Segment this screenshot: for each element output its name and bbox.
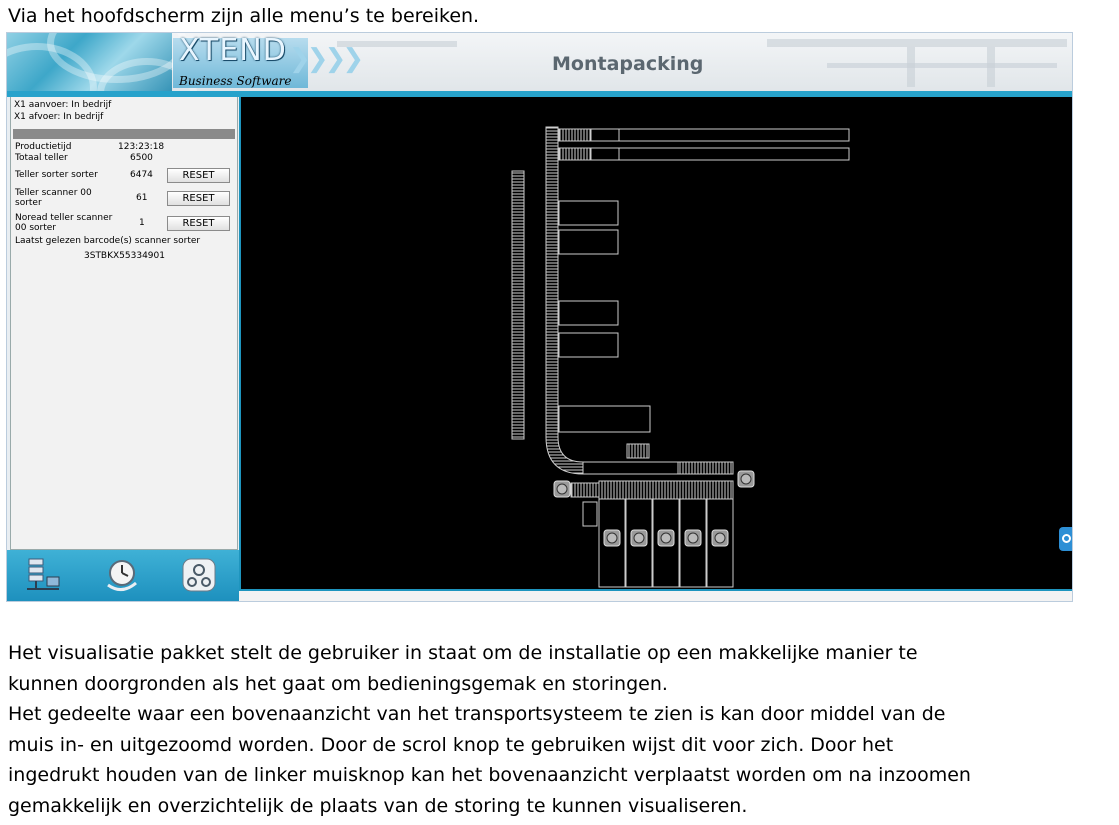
teller-sorter-label: Teller sorter sorter bbox=[15, 170, 98, 180]
status-panel: X1 aanvoer: In bedrijf X1 afvoer: In bed… bbox=[10, 97, 238, 550]
teller-scanner-label-2: sorter bbox=[15, 198, 42, 208]
xtend-logo: XTEND bbox=[179, 33, 287, 68]
conveyor-layout bbox=[511, 126, 850, 588]
panel-separator bbox=[13, 129, 235, 139]
teller-scanner-value: 61 bbox=[136, 193, 148, 203]
totaal-teller-value: 6500 bbox=[130, 153, 153, 163]
paragraph-line: ingedrukt houden van de linker muisknop … bbox=[8, 764, 971, 786]
sensor-right bbox=[737, 470, 755, 488]
productietijd-value: 123:23:18 bbox=[118, 142, 165, 152]
barcode-label: Laatst gelezen barcode(s) scanner sorter bbox=[15, 236, 201, 246]
chute-sensors bbox=[603, 529, 729, 547]
app-title: Montapacking bbox=[552, 53, 704, 75]
noread-value: 1 bbox=[139, 218, 145, 228]
paragraph-line: kunnen doorgronden als het gaat om bedie… bbox=[8, 672, 668, 695]
reset-scanner-button[interactable]: RESET bbox=[167, 191, 230, 206]
teller-scanner-label-1: Teller scanner 00 bbox=[15, 188, 92, 198]
paragraph-line: muis in- en uitgezoomd worden. Door de s… bbox=[8, 733, 894, 756]
noread-label-2: 00 sorter bbox=[15, 223, 56, 233]
server-network-icon[interactable] bbox=[23, 555, 63, 595]
clock-icon[interactable] bbox=[102, 555, 142, 595]
logo-arrows-icon: ❯❯❯❯ bbox=[289, 44, 364, 74]
transport-topview-canvas[interactable] bbox=[239, 97, 1072, 589]
status-afvoer: X1 afvoer: In bedrijf bbox=[14, 112, 104, 122]
paragraph-line: Het gedeelte waar een bovenaanzicht van … bbox=[8, 703, 946, 725]
teller-sorter-value: 6474 bbox=[130, 170, 153, 180]
reset-noread-button[interactable]: RESET bbox=[167, 216, 230, 231]
status-aanvoer: X1 aanvoer: In bedrijf bbox=[14, 100, 112, 110]
body-text: Het visualisatie pakket stelt de gebruik… bbox=[8, 638, 1108, 821]
noread-label-1: Noread teller scanner bbox=[15, 213, 113, 223]
header-banner-image bbox=[7, 33, 197, 97]
gauge-icon[interactable] bbox=[179, 555, 219, 595]
paragraph-line: Het visualisatie pakket stelt de gebruik… bbox=[8, 642, 918, 664]
sensor-left bbox=[553, 480, 571, 498]
app-header: XTEND ❯❯❯❯ Business Software Montapackin… bbox=[7, 33, 1072, 97]
canvas-footer bbox=[239, 589, 1072, 601]
logo-subtitle: Business Software bbox=[179, 74, 292, 88]
reset-sorter-button[interactable]: RESET bbox=[167, 168, 230, 183]
productietijd-label: Productietijd bbox=[15, 142, 72, 152]
barcode-value: 3STBKX55334901 bbox=[84, 251, 165, 261]
bottom-toolbar bbox=[7, 550, 239, 601]
intro-caption: Via het hoofdscherm zijn alle menu’s te … bbox=[8, 5, 480, 27]
paragraph-line: gemakkelijk en overzichtelijk de plaats … bbox=[8, 794, 748, 817]
application-window: XTEND ❯❯❯❯ Business Software Montapackin… bbox=[6, 32, 1073, 602]
side-panel-toggle-icon[interactable] bbox=[1059, 527, 1072, 551]
totaal-teller-label: Totaal teller bbox=[15, 153, 68, 163]
